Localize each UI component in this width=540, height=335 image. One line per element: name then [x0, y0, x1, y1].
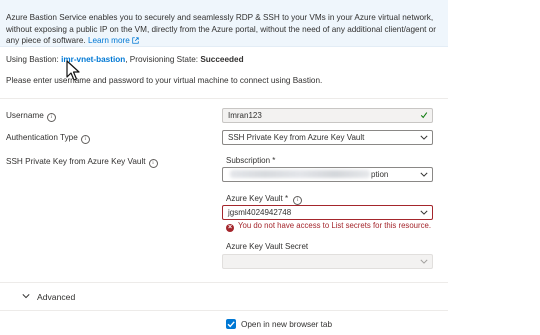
chevron-down-icon [420, 210, 428, 215]
checkmark-icon [227, 321, 235, 328]
learn-more-link[interactable]: Learn more [88, 36, 139, 45]
redacted-subscription [230, 170, 370, 178]
info-icon[interactable]: i [148, 159, 158, 168]
info-icon[interactable]: i [293, 196, 303, 205]
section-divider [0, 98, 448, 99]
auth-type-value: SSH Private Key from Azure Key Vault [228, 133, 365, 142]
ssh-key-label-row: SSH Private Key from Azure Key Vault i [6, 157, 158, 168]
advanced-section-toggle[interactable]: Advanced [37, 292, 75, 302]
chevron-down-icon [420, 172, 428, 177]
subscription-value: ption [371, 170, 389, 179]
info-icon[interactable]: i [80, 135, 90, 144]
info-icon[interactable]: i [46, 113, 56, 122]
key-vault-error: × You do not have access to List secrets … [226, 221, 431, 232]
key-vault-error-text: You do not have access to List secrets f… [238, 221, 432, 230]
provisioning-label: , Provisioning State: [125, 55, 199, 64]
external-link-icon [132, 37, 139, 44]
using-bastion-label: Using Bastion: [6, 55, 59, 64]
auth-type-dropdown[interactable]: SSH Private Key from Azure Key Vault [222, 130, 433, 145]
advanced-divider-top [0, 282, 448, 283]
open-new-tab-checkbox[interactable] [226, 319, 236, 329]
open-new-tab-label[interactable]: Open in new browser tab [241, 320, 332, 329]
intro-text-block: Azure Bastion Service enables you to sec… [6, 12, 446, 47]
chevron-down-icon[interactable] [22, 293, 30, 299]
key-vault-label: Azure Key Vault * [226, 194, 289, 203]
advanced-divider-bottom [0, 310, 448, 311]
key-vault-value: jgsml4024942748 [228, 208, 292, 217]
username-field[interactable]: Imran123 [222, 108, 433, 123]
ssh-key-label: SSH Private Key from Azure Key Vault [6, 157, 146, 166]
instructions-text: Please enter username and password to yo… [6, 76, 323, 85]
username-value: Imran123 [228, 111, 262, 120]
username-label-row: Username i [6, 111, 56, 122]
username-label: Username [6, 111, 44, 120]
chevron-down-icon [420, 259, 428, 264]
checkmark-icon [420, 112, 428, 119]
subscription-label: Subscription * [226, 156, 276, 165]
key-vault-dropdown[interactable]: jgsml4024942748 [222, 205, 433, 220]
auth-type-label-row: Authentication Type i [6, 133, 90, 144]
bastion-status: Using Bastion: imr-vnet-bastion, Provisi… [6, 55, 244, 64]
key-vault-secret-dropdown[interactable] [222, 254, 433, 269]
key-vault-secret-label: Azure Key Vault Secret [226, 242, 309, 251]
provisioning-state: Succeeded [200, 55, 244, 64]
key-vault-label-row: Azure Key Vault * i [226, 194, 303, 205]
error-icon: × [226, 224, 234, 232]
intro-text: Azure Bastion Service enables you to sec… [6, 13, 436, 46]
learn-more-label: Learn more [87, 36, 130, 46]
auth-type-label: Authentication Type [6, 133, 78, 142]
chevron-down-icon [420, 135, 428, 140]
